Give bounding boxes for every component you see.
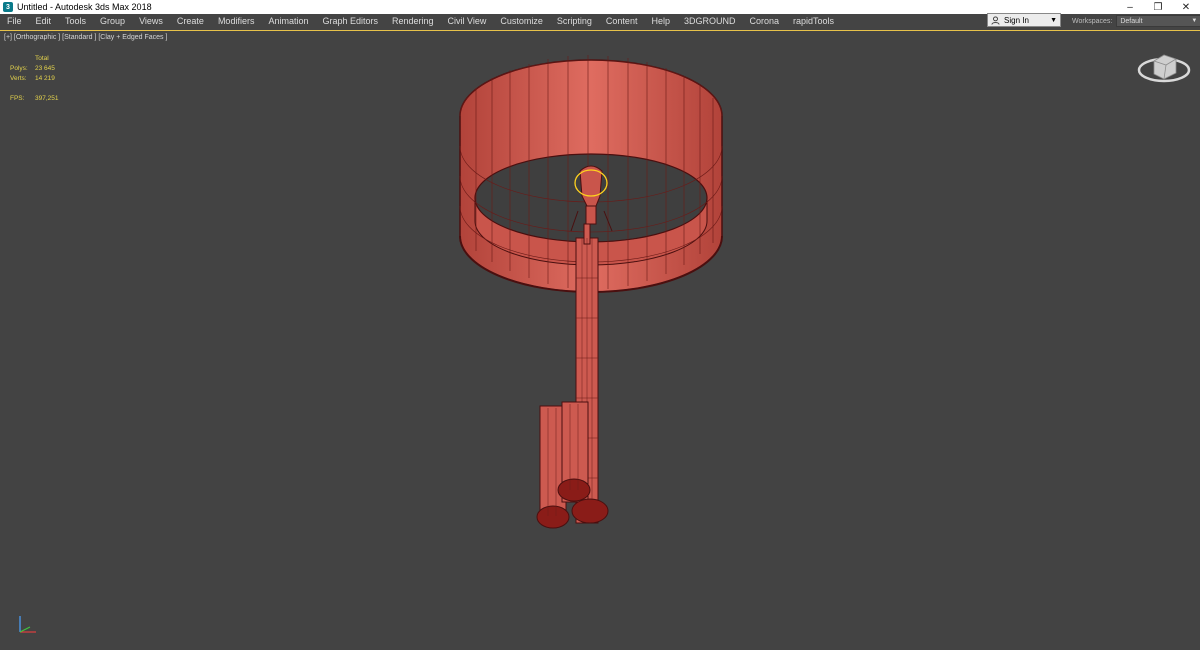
stats-total-header: Total: [35, 55, 49, 62]
user-icon: [991, 15, 1000, 25]
menu-rendering[interactable]: Rendering: [385, 14, 441, 28]
restore-button[interactable]: ❐: [1144, 0, 1172, 14]
menu-views[interactable]: Views: [132, 14, 170, 28]
stats-verts-value: 14 219: [35, 75, 55, 82]
sign-in-label: Sign In: [1004, 15, 1029, 25]
menu-civil-view[interactable]: Civil View: [441, 14, 494, 28]
chevron-down-icon: ▼: [1050, 17, 1057, 24]
stats-polys-label: Polys:: [10, 65, 28, 72]
menu-group[interactable]: Group: [93, 14, 132, 28]
menu-edit[interactable]: Edit: [29, 14, 59, 28]
stats-fps-label: FPS:: [10, 95, 25, 102]
menu-customize[interactable]: Customize: [493, 14, 550, 28]
close-button[interactable]: ✕: [1172, 0, 1200, 14]
workspaces-selector: Workspaces: Default ▼: [1072, 14, 1200, 28]
menu-content[interactable]: Content: [599, 14, 645, 28]
3ds-max-app-icon[interactable]: 3: [3, 2, 13, 12]
axis-tripod-icon: [19, 616, 36, 633]
workspaces-value: Default: [1120, 18, 1143, 25]
menu-graph-editors[interactable]: Graph Editors: [315, 14, 385, 28]
viewcube-icon[interactable]: [1136, 48, 1192, 86]
menu-animation[interactable]: Animation: [261, 14, 315, 28]
title-bar: 3 Untitled - Autodesk 3ds Max 2018 – ❐ ✕: [0, 0, 1200, 14]
viewport-label-menu[interactable]: [+] [Orthographic ] [Standard ] [Clay + …: [4, 34, 167, 41]
lamp-model[interactable]: [440, 46, 740, 536]
stats-fps-value: 397,251: [35, 95, 59, 102]
workspaces-label: Workspaces:: [1072, 17, 1113, 25]
viewport-statistics: Total Polys: 23 645 Verts: 14 219 FPS: 397,…: [10, 54, 59, 104]
menu-scripting[interactable]: Scripting: [550, 14, 599, 28]
menu-corona[interactable]: Corona: [742, 14, 786, 28]
menu-help[interactable]: Help: [644, 14, 677, 28]
chevron-down-icon: ▼: [1191, 18, 1198, 24]
minimize-button[interactable]: –: [1116, 0, 1144, 14]
workspaces-dropdown[interactable]: Default ▼: [1116, 15, 1200, 27]
stats-polys-value: 23 645: [35, 65, 55, 72]
menu-modifiers[interactable]: Modifiers: [211, 14, 262, 28]
menu-create[interactable]: Create: [170, 14, 211, 28]
menu-rapidtools[interactable]: rapidTools: [786, 14, 841, 28]
stats-verts-label: Verts:: [10, 75, 27, 82]
menu-file[interactable]: File: [0, 14, 29, 28]
menu-tools[interactable]: Tools: [58, 14, 93, 28]
window-title: Untitled - Autodesk 3ds Max 2018: [17, 2, 152, 12]
menu-3dground[interactable]: 3DGROUND: [677, 14, 743, 28]
sign-in-dropdown[interactable]: Sign In ▼: [987, 13, 1061, 27]
